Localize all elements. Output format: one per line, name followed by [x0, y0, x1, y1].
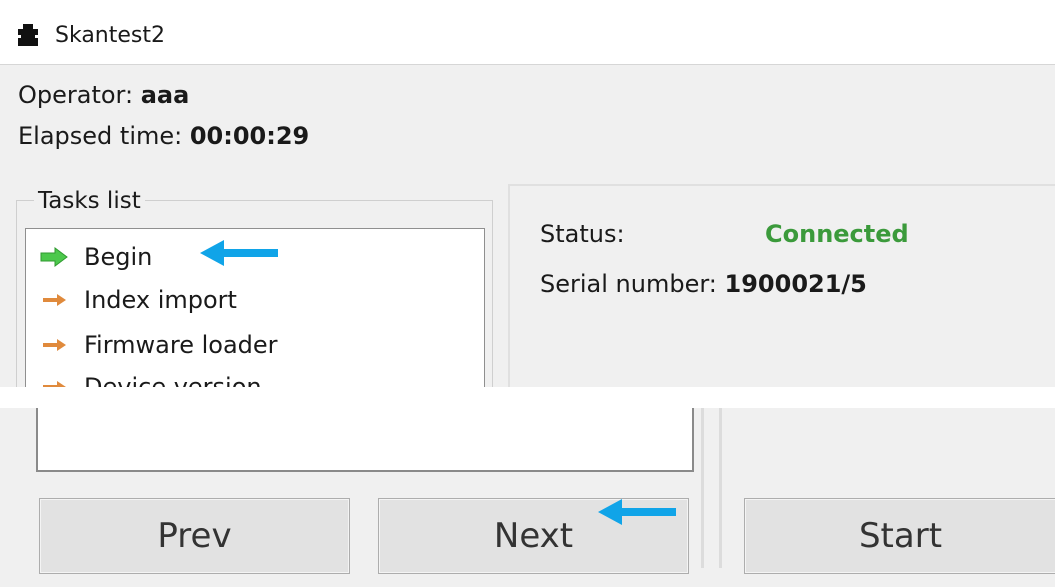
- elapsed-time-line: Elapsed time: 00:00:29: [18, 121, 309, 151]
- window-top-section: Skantest2 Operator: aaa Elapsed time: 00…: [0, 0, 1055, 387]
- serial-number-value: 1900021/5: [724, 270, 867, 298]
- title-bar: Skantest2: [0, 0, 1055, 65]
- window-bottom-section: Prev Next Start: [0, 408, 1055, 587]
- panel-divider: [508, 184, 1055, 186]
- status-value: Connected: [765, 220, 909, 248]
- task-label: Firmware loader: [84, 331, 278, 359]
- orange-arrow-icon: [43, 381, 66, 387]
- tasks-group-label: Tasks list: [34, 186, 145, 216]
- window-title: Skantest2: [55, 23, 165, 48]
- annotation-arrow-icon: [598, 499, 676, 525]
- task-label: Index import: [84, 286, 237, 314]
- start-button[interactable]: Start: [744, 498, 1055, 574]
- tasks-list-bottom[interactable]: [36, 408, 694, 472]
- operator-label: Operator:: [18, 81, 134, 109]
- serial-number-label: Serial number:: [540, 270, 717, 298]
- operator-value: aaa: [140, 81, 190, 109]
- annotation-arrow-icon: [200, 240, 278, 266]
- orange-arrow-icon: [43, 294, 66, 306]
- task-label: Device version: [84, 373, 262, 387]
- task-label: Begin: [84, 243, 153, 271]
- puzzle-icon: [18, 24, 38, 46]
- status-label: Status:: [540, 220, 625, 248]
- green-arrow-icon: [40, 247, 68, 267]
- operator-line: Operator: aaa: [18, 80, 189, 110]
- panel-divider: [719, 408, 722, 568]
- serial-number-line: Serial number: 1900021/5: [540, 268, 867, 300]
- elapsed-time-value: 00:00:29: [189, 122, 310, 150]
- elapsed-time-label: Elapsed time:: [18, 122, 183, 150]
- task-item-firmware-loader[interactable]: Firmware loader: [40, 325, 278, 365]
- task-item-begin[interactable]: Begin: [40, 237, 152, 277]
- task-item-device-version[interactable]: Device version: [40, 367, 262, 387]
- task-item-index-import[interactable]: Index import: [40, 280, 237, 320]
- prev-button[interactable]: Prev: [39, 498, 350, 574]
- panel-divider: [508, 184, 510, 387]
- orange-arrow-icon: [43, 339, 66, 351]
- panel-divider: [701, 408, 704, 568]
